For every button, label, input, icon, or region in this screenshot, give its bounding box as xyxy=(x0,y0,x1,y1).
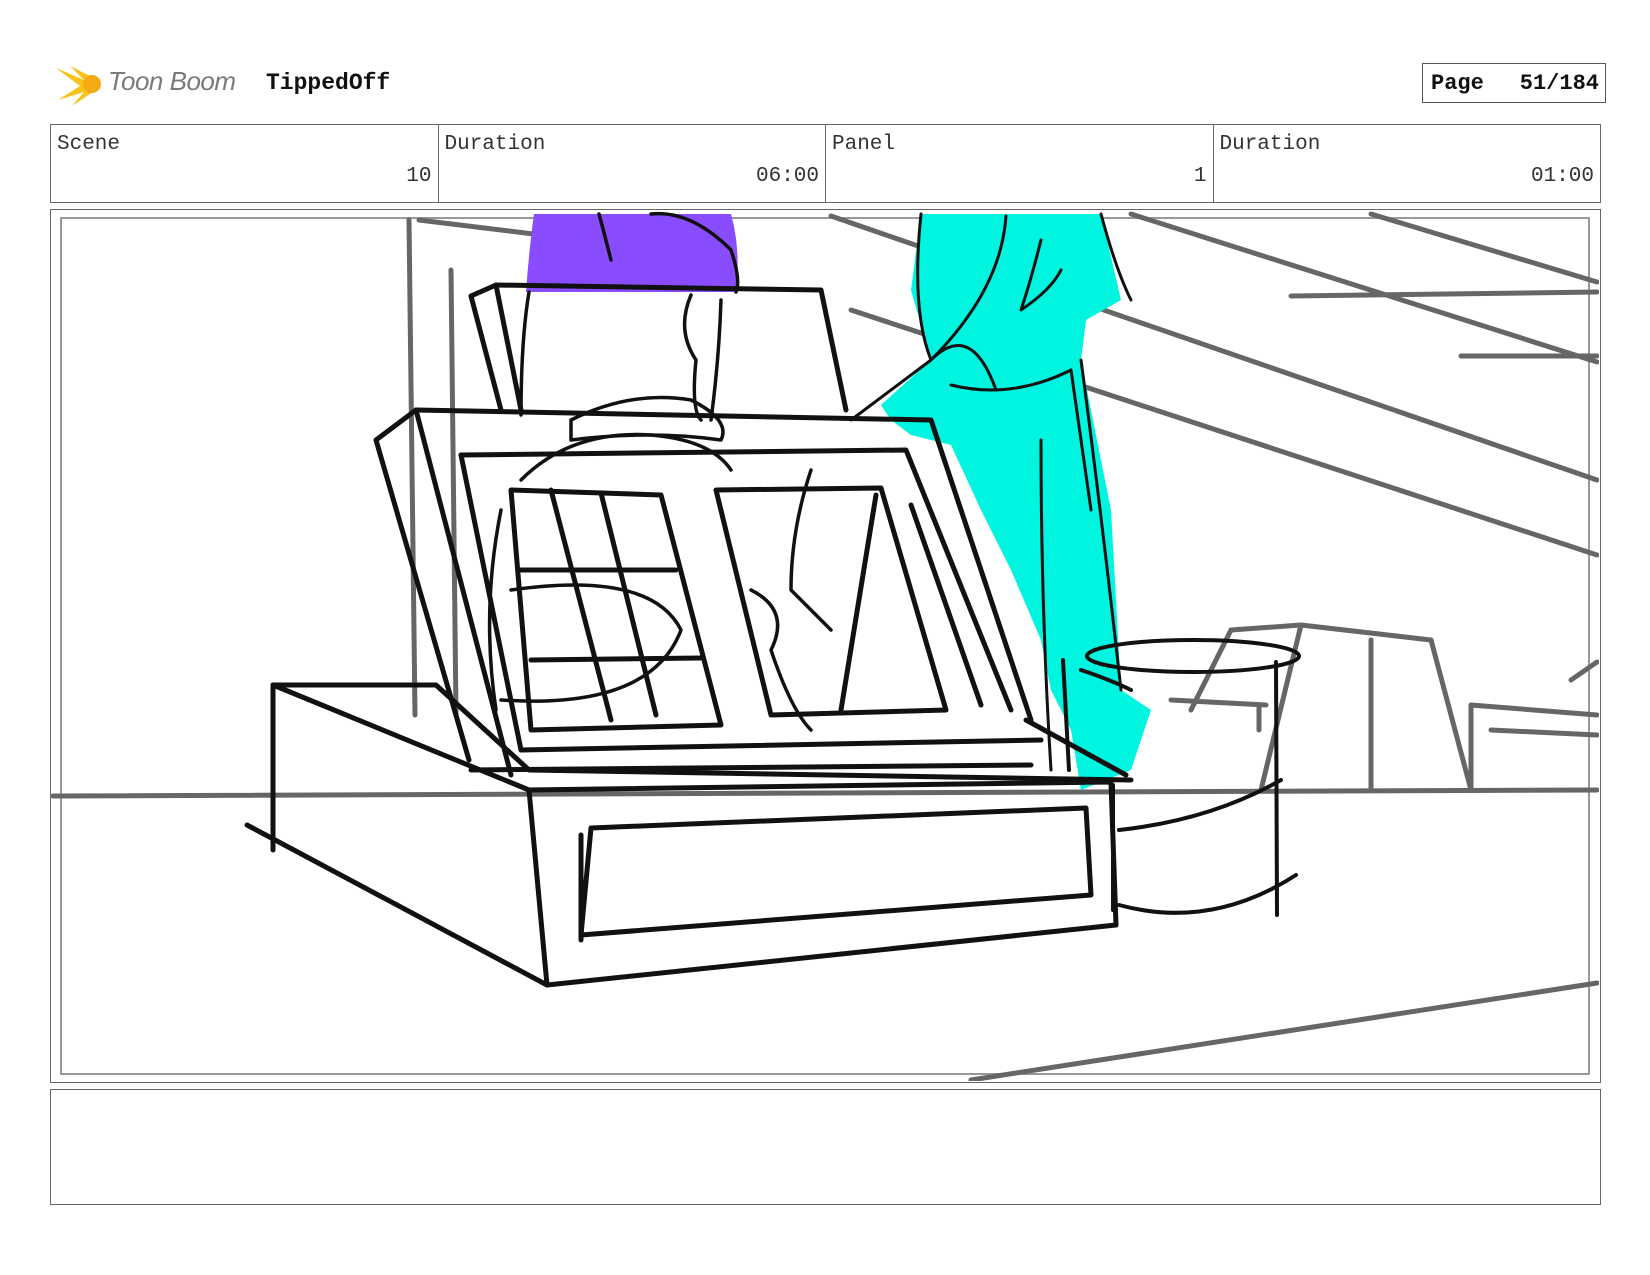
panel-value: 1 xyxy=(1193,165,1207,188)
page-indicator: Page 51/184 xyxy=(1422,63,1606,103)
project-title: TippedOff xyxy=(266,70,391,96)
panel-info-bar: Scene 10 Duration 06:00 Panel 1 Duration… xyxy=(50,124,1601,203)
page-number: 51/184 xyxy=(1519,71,1599,96)
panel-sketch xyxy=(51,211,1599,1081)
storyboard-panel-image xyxy=(50,209,1601,1083)
background-lines xyxy=(51,211,1599,1081)
panel-notes-box xyxy=(50,1089,1601,1205)
scene-duration-label: Duration xyxy=(444,133,546,156)
scene-duration-cell: Duration 06:00 xyxy=(439,125,826,202)
brand-name: Toon Boom xyxy=(108,66,236,96)
scene-label: Scene xyxy=(57,133,121,156)
toon-boom-logo-icon xyxy=(56,66,101,106)
scene-value: 10 xyxy=(406,165,432,188)
panel-label: Panel xyxy=(832,133,896,156)
cyan-figure xyxy=(881,214,1151,790)
page-label: Page xyxy=(1431,71,1484,96)
panel-cell: Panel 1 xyxy=(826,125,1214,202)
scene-cell: Scene 10 xyxy=(51,125,439,202)
panel-duration-label: Duration xyxy=(1219,133,1321,156)
storyboard-header: Toon Boom TippedOff Page 51/184 xyxy=(54,58,1606,108)
scene-duration-value: 06:00 xyxy=(755,165,819,188)
purple-hair xyxy=(526,214,738,292)
panel-duration-cell: Duration 01:00 xyxy=(1214,125,1601,202)
panel-duration-value: 01:00 xyxy=(1530,165,1594,188)
